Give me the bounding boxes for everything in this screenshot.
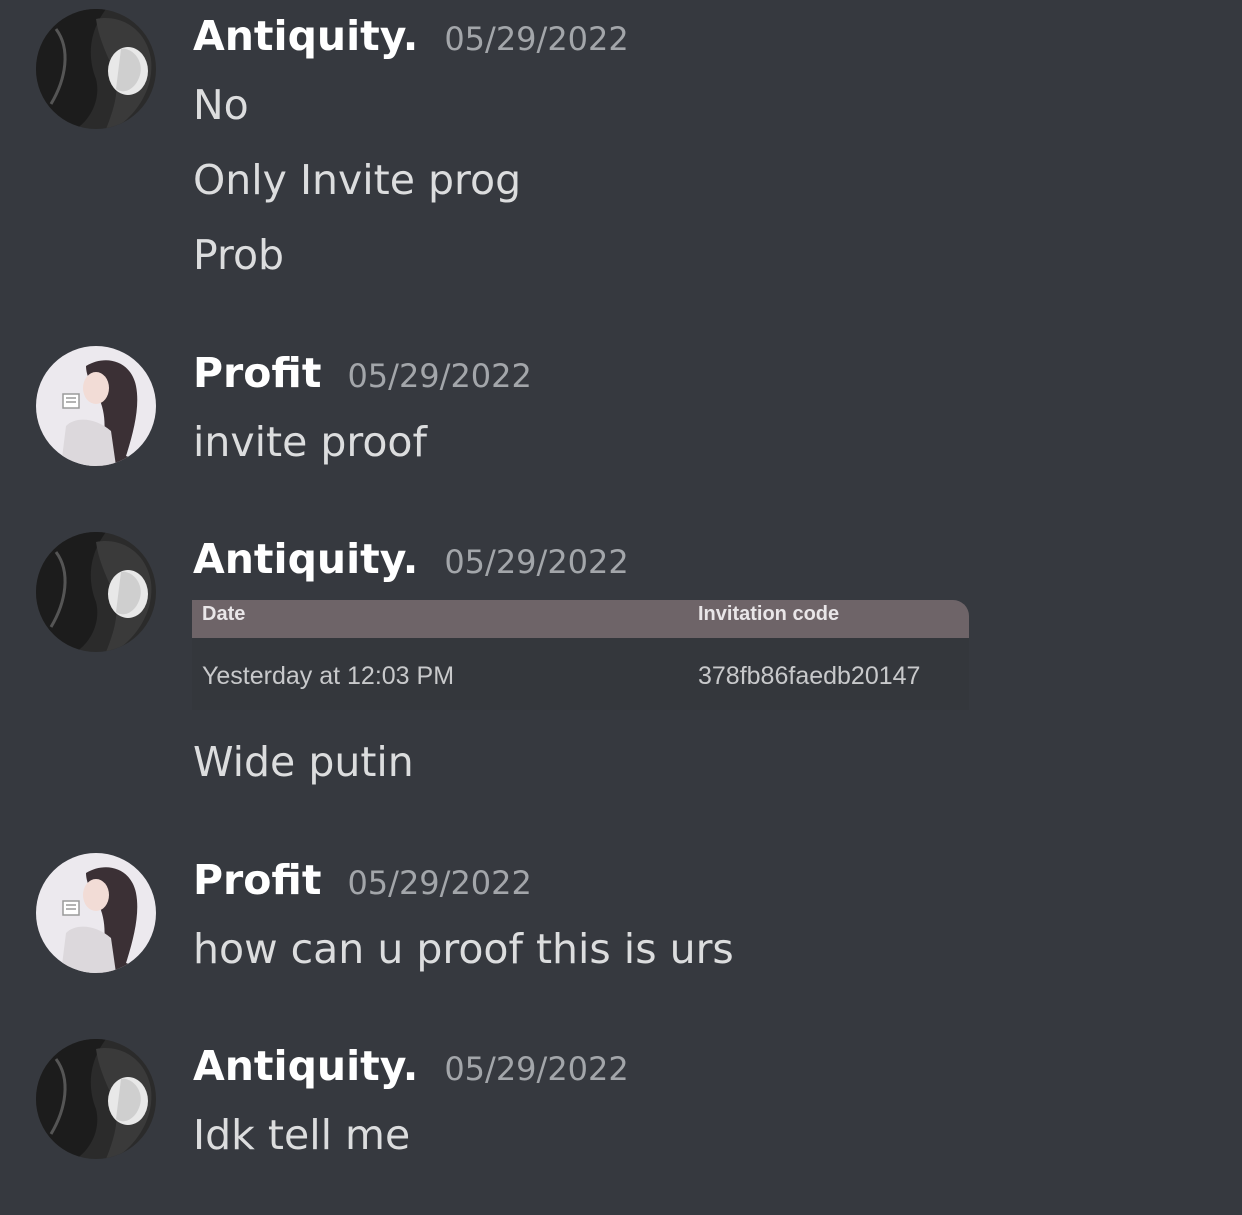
message-header: Profit 05/29/2022 bbox=[193, 856, 532, 916]
username[interactable]: Antiquity. bbox=[193, 12, 418, 60]
row-date: Yesterday at 12:03 PM bbox=[202, 662, 455, 690]
message-text: invite proof bbox=[193, 418, 427, 466]
timestamp: 05/29/2022 bbox=[444, 543, 629, 581]
avatar[interactable] bbox=[36, 853, 156, 973]
username[interactable]: Profit bbox=[193, 856, 321, 904]
column-header-date: Date bbox=[202, 603, 246, 625]
message-group: Profit 05/29/2022 invite proof bbox=[0, 337, 1242, 487]
avatar[interactable] bbox=[36, 9, 156, 129]
message-group: Antiquity. 05/29/2022 No Only Invite pro… bbox=[0, 0, 1242, 300]
avatar[interactable] bbox=[36, 1039, 156, 1159]
dark-hair-avatar-icon bbox=[36, 9, 156, 129]
message-text: Wide putin bbox=[193, 738, 414, 786]
message-header: Antiquity. 05/29/2022 bbox=[193, 12, 629, 72]
light-portrait-avatar-icon bbox=[36, 346, 156, 466]
dark-hair-avatar-icon bbox=[36, 1039, 156, 1159]
message-header: Antiquity. 05/29/2022 bbox=[193, 1042, 629, 1102]
chat-messages: Antiquity. 05/29/2022 No Only Invite pro… bbox=[0, 0, 1242, 1215]
message-header: Antiquity. 05/29/2022 bbox=[193, 535, 629, 595]
column-header-invitation-code: Invitation code bbox=[698, 603, 840, 625]
avatar[interactable] bbox=[36, 532, 156, 652]
username[interactable]: Antiquity. bbox=[193, 1042, 418, 1090]
username[interactable]: Profit bbox=[193, 349, 321, 397]
attachment-table-header: Date Invitation code bbox=[192, 600, 969, 638]
timestamp: 05/29/2022 bbox=[444, 1050, 629, 1088]
dark-hair-avatar-icon bbox=[36, 532, 156, 652]
message-header: Profit 05/29/2022 bbox=[193, 349, 532, 409]
timestamp: 05/29/2022 bbox=[347, 357, 532, 395]
message-group: Antiquity. 05/29/2022 Idk tell me bbox=[0, 1030, 1242, 1180]
timestamp: 05/29/2022 bbox=[347, 864, 532, 902]
attachment-table-row: Yesterday at 12:03 PM 378fb86faedb20147 bbox=[192, 638, 969, 710]
message-text: Prob bbox=[193, 231, 285, 279]
username[interactable]: Antiquity. bbox=[193, 535, 418, 583]
message-group: Antiquity. 05/29/2022 Date Invitation co… bbox=[0, 523, 1242, 793]
avatar[interactable] bbox=[36, 346, 156, 466]
message-text: Only Invite prog bbox=[193, 156, 522, 204]
row-invitation-code: 378fb86faedb20147 bbox=[698, 662, 921, 690]
message-text: Idk tell me bbox=[193, 1111, 411, 1159]
image-attachment[interactable]: Date Invitation code Yesterday at 12:03 … bbox=[192, 600, 969, 710]
message-group: Profit 05/29/2022 how can u proof this i… bbox=[0, 844, 1242, 994]
message-text: how can u proof this is urs bbox=[193, 925, 734, 973]
message-text: No bbox=[193, 81, 249, 129]
light-portrait-avatar-icon bbox=[36, 853, 156, 973]
timestamp: 05/29/2022 bbox=[444, 20, 629, 58]
